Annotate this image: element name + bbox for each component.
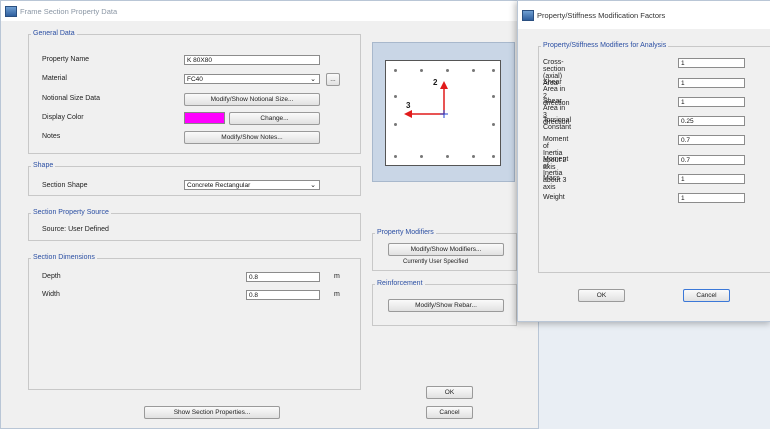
width-input[interactable]: 0.8 [246,290,320,300]
cancel-button[interactable]: Cancel [426,406,473,419]
modifier-input[interactable]: 0.7 [678,155,745,165]
show-section-properties-button[interactable]: Show Section Properties... [144,406,280,419]
dimensions-title: Section Dimensions [31,254,97,261]
modify-rebar-button[interactable]: Modify/Show Rebar... [388,299,504,312]
source-title: Section Property Source [31,209,111,216]
notional-size-button[interactable]: Modify/Show Notional Size... [184,93,320,106]
general-data-title: General Data [31,30,77,37]
modifier-input[interactable]: 1 [678,58,745,68]
chevron-down-icon: ⌄ [310,182,316,189]
material-label: Material [42,75,67,82]
depth-input[interactable]: 0.8 [246,272,320,282]
material-more-button[interactable]: ... [326,73,340,86]
modifiers-ok-button[interactable]: OK [578,289,625,302]
local-axes-icon [404,81,448,118]
axis-2-label: 2 [433,78,438,87]
modifiers-group-title: Property/Stiffness Modifiers for Analysi… [541,42,669,49]
modifier-input[interactable]: 0.7 [678,135,745,145]
modifiers-titlebar: Property/Stiffness Modification Factors [518,1,770,29]
chevron-down-icon: ⌄ [310,76,316,83]
ok-button[interactable]: OK [426,386,473,399]
material-value: FC40 [187,76,203,83]
modifier-input[interactable]: 1 [678,174,745,184]
modifier-label: Torsional Constant [543,117,572,131]
modifiers-status: Currently User Specified [403,259,469,265]
change-color-button[interactable]: Change... [229,112,320,125]
material-select[interactable]: FC40 ⌄ [184,74,320,84]
depth-unit: m [334,273,340,280]
modifier-input[interactable]: 1 [678,193,745,203]
shape-title: Shape [31,162,56,169]
property-name-label: Property Name [42,56,90,63]
notional-size-label: Notional Size Data [42,95,100,102]
modifier-input[interactable]: 1 [678,97,745,107]
property-name-input[interactable]: K 80X80 [184,55,320,65]
app-icon [5,5,17,17]
section-shape-label: Section Shape [42,182,88,189]
axis-3-label: 3 [406,101,411,110]
display-color-label: Display Color [42,114,84,121]
app-icon [522,9,534,21]
depth-label: Depth [42,273,61,280]
modifiers-dialog-title: Property/Stiffness Modification Factors [537,10,666,20]
section-preview: 2 3 [372,42,515,182]
frame-section-window: Frame Section Property Data General Data… [0,0,539,429]
modify-modifiers-button[interactable]: Modify/Show Modifiers... [388,243,504,256]
width-unit: m [334,291,340,298]
notes-button[interactable]: Modify/Show Notes... [184,131,320,144]
modifiers-dialog: Property/Stiffness Modification Factors … [517,0,770,322]
modifier-label: Mass [543,175,560,182]
main-window-title: Frame Section Property Data [20,6,118,16]
section-shape-select[interactable]: Concrete Rectangular ⌄ [184,180,320,190]
modifier-label: Moment of Inertia about 3 axis [543,156,569,191]
modifier-label: Weight [543,194,565,201]
source-text: Source: User Defined [42,226,109,233]
reinforcement-title: Reinforcement [375,280,425,287]
section-shape-drawing: 2 3 [385,60,501,166]
width-label: Width [42,291,60,298]
section-shape-value: Concrete Rectangular [187,182,251,189]
modifiers-cancel-button[interactable]: Cancel [683,289,730,302]
main-titlebar: Frame Section Property Data [1,1,538,21]
notes-label: Notes [42,133,61,140]
modifier-input[interactable]: 0.25 [678,116,745,126]
modifier-input[interactable]: 1 [678,78,745,88]
property-modifiers-title: Property Modifiers [375,229,436,236]
display-color-swatch[interactable] [184,112,225,124]
